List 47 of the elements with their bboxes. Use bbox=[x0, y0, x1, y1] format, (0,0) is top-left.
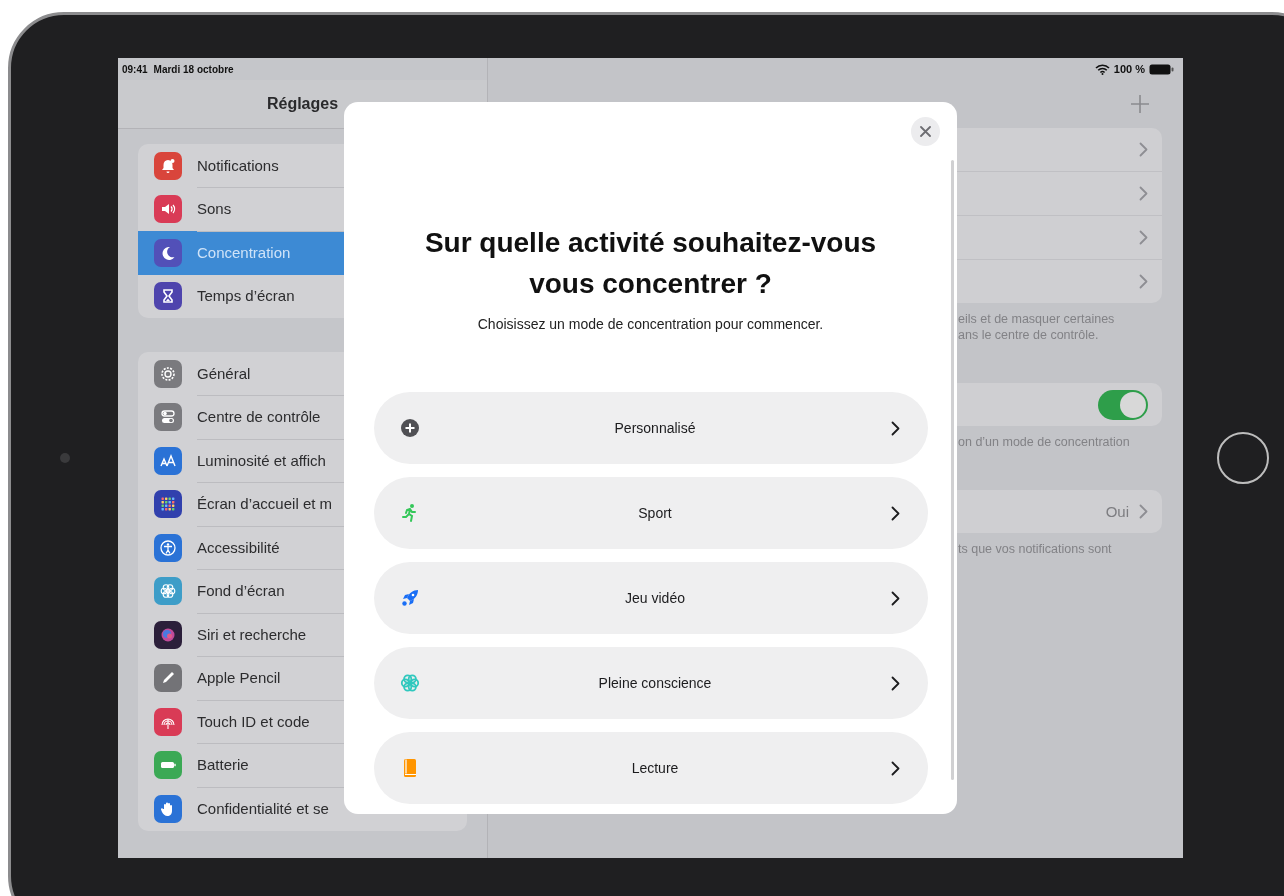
focus-option-button[interactable]: Pleine conscience bbox=[373, 647, 928, 719]
status-time: 09:41 bbox=[122, 63, 148, 75]
battery-percent: 100 % bbox=[1113, 63, 1145, 75]
status-date: Mardi 18 octobre bbox=[153, 63, 234, 75]
chevron-icon bbox=[890, 760, 900, 776]
wifi-icon bbox=[1094, 63, 1110, 75]
sidebar-item-label: Sons bbox=[197, 200, 232, 218]
focus-option-button[interactable]: Sport bbox=[373, 477, 928, 549]
focus-option-button[interactable]: Jeu vidéo bbox=[373, 562, 928, 634]
sidebar-item-label: Batterie bbox=[197, 756, 249, 774]
camera-dot bbox=[59, 453, 70, 463]
sidebar-item-label: Confidentialité et se bbox=[197, 799, 329, 817]
footnote-text: ts que vos notifications sont bbox=[958, 541, 1112, 557]
chevron-icon bbox=[1139, 142, 1148, 157]
chevron-icon bbox=[1139, 274, 1148, 289]
toggle-switch[interactable] bbox=[1098, 389, 1148, 420]
sidebar-item-label: Touch ID et code bbox=[197, 712, 310, 730]
chevron-icon bbox=[890, 590, 900, 606]
sidebar-item-label: Notifications bbox=[197, 156, 279, 174]
sidebar-item-label: Centre de contrôle bbox=[197, 408, 321, 426]
sidebar-item-label: Accessibilité bbox=[197, 538, 280, 556]
chevron-icon bbox=[890, 675, 900, 691]
sidebar-item-label: Concentration bbox=[197, 243, 291, 261]
sidebar-item-label: Siri et recherche bbox=[197, 625, 307, 643]
modal-subtitle: Choisissez un mode de concentration pour commencer. bbox=[477, 316, 824, 332]
sidebar-item-label: Luminosité et affich bbox=[197, 451, 326, 469]
chevron-icon bbox=[1139, 230, 1148, 245]
footnote-text: ans le centre de contrôle. bbox=[958, 327, 1099, 343]
battery-icon bbox=[1149, 63, 1174, 75]
row-value: Oui bbox=[1105, 503, 1129, 520]
close-button[interactable] bbox=[911, 117, 940, 146]
close-icon bbox=[920, 126, 931, 137]
footnote-text: eils et de masquer certaines bbox=[958, 311, 1115, 327]
footnote-text: on d’un mode de concentration bbox=[958, 434, 1130, 450]
sidebar-item-label: Fond d’écran bbox=[197, 582, 285, 600]
focus-option-button[interactable]: Personnalisé bbox=[373, 392, 928, 464]
sidebar-item-label: Temps d’écran bbox=[197, 287, 295, 305]
sidebar-item-label: Général bbox=[197, 364, 251, 382]
home-button[interactable] bbox=[1217, 432, 1269, 484]
sidebar-item-label: Apple Pencil bbox=[197, 669, 281, 687]
chevron-icon bbox=[890, 420, 900, 436]
focus-option-button[interactable]: Lecture bbox=[373, 732, 928, 804]
sidebar-title: Réglages bbox=[266, 95, 339, 113]
chevron-icon bbox=[1139, 504, 1148, 519]
chevron-icon bbox=[1139, 186, 1148, 201]
sidebar-item-label: Écran d’accueil et m bbox=[197, 495, 333, 513]
chevron-icon bbox=[890, 505, 900, 521]
